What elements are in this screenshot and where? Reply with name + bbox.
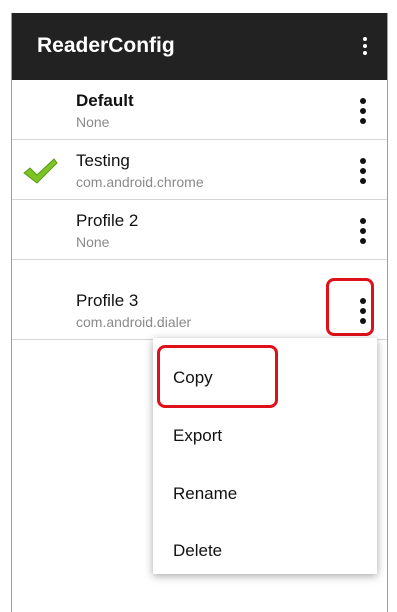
profile-row-profile-2[interactable]: Profile 2 None [12, 200, 387, 260]
menu-item-delete[interactable]: Delete [173, 541, 222, 561]
profile-more-icon[interactable] [351, 215, 375, 247]
more-vert-icon[interactable] [353, 31, 377, 61]
profile-name: Profile 2 [76, 211, 139, 230]
profile-package: com.android.chrome [76, 174, 204, 190]
profile-package: None [76, 234, 110, 250]
more-button-highlight [326, 278, 374, 336]
checkmark-icon [23, 158, 58, 184]
profile-name: Default [76, 91, 134, 110]
app-title: ReaderConfig [37, 34, 175, 57]
app-bar: ReaderConfig [12, 13, 387, 80]
profile-more-icon[interactable] [351, 155, 375, 187]
profile-row-default[interactable]: Default None [12, 80, 387, 140]
profile-package: com.android.dialer [76, 314, 192, 330]
menu-item-rename[interactable]: Rename [173, 484, 237, 504]
profile-name: Profile 3 [76, 291, 139, 310]
profile-name: Testing [76, 151, 130, 170]
copy-highlight [157, 345, 278, 408]
profile-package: None [76, 114, 110, 130]
profile-row-testing[interactable]: Testing com.android.chrome [12, 140, 387, 200]
menu-item-export[interactable]: Export [173, 426, 222, 446]
profile-more-icon[interactable] [351, 95, 375, 127]
